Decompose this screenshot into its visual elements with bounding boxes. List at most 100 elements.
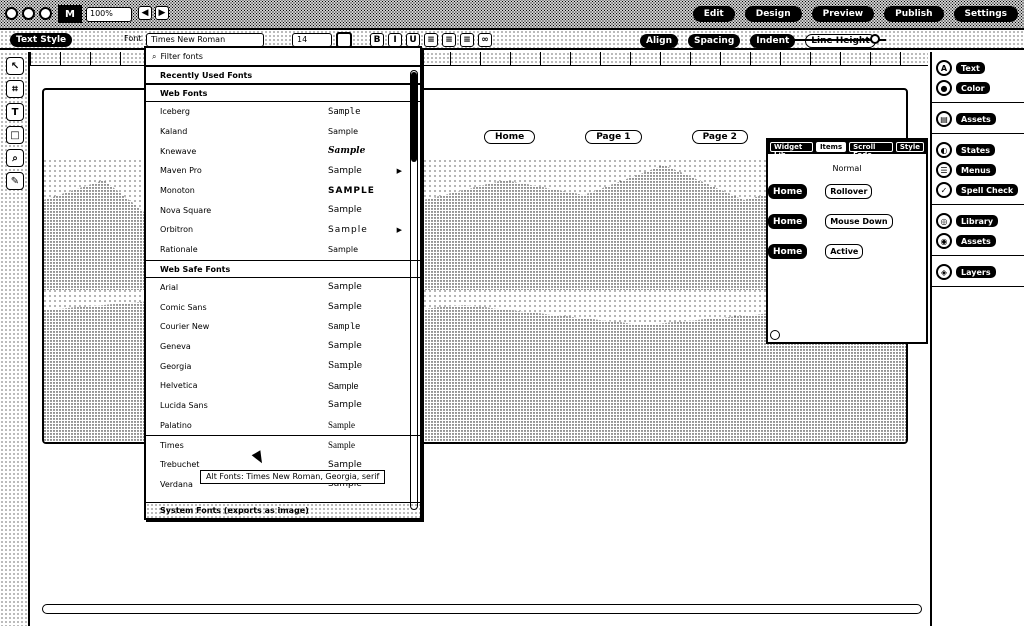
submenu-arrow-icon: ▶ [396, 166, 402, 175]
menu-button-preview: Home [768, 244, 808, 259]
panel-item-menus[interactable]: ☰ Menus [936, 160, 1020, 180]
underline-icon[interactable]: U [406, 33, 420, 47]
font-option[interactable]: Orbitron Sample ▶ [146, 220, 420, 240]
align-right-icon[interactable]: ≡ [460, 33, 474, 47]
widget-state-row[interactable]: Home Rollover [768, 184, 873, 199]
text-style-button[interactable]: Text Style [10, 33, 73, 47]
ruler-tick [780, 52, 810, 65]
spell-check-icon: ✓ [936, 182, 952, 198]
back-arrow-icon[interactable]: ◀ [138, 6, 152, 20]
mode-button-design[interactable]: Design [744, 6, 802, 22]
mode-button-settings[interactable]: Settings [953, 6, 1018, 22]
mode-button-publish[interactable]: Publish [884, 6, 944, 22]
font-option[interactable]: Maven Pro Sample ▶ [146, 161, 420, 181]
state-label: Rollover [825, 184, 873, 199]
shape-tool-icon[interactable]: □ [6, 126, 24, 144]
font-option[interactable]: Rationale Sample [146, 240, 420, 260]
panel-item-assets-2[interactable]: ◉ Assets [936, 231, 1020, 251]
tool-palette: ↖ ⌗ T □ ⌕ ✎ [0, 52, 30, 626]
panel-option-icon[interactable] [770, 330, 780, 340]
italic-icon[interactable]: I [388, 33, 402, 47]
tab-items[interactable]: Items [815, 142, 847, 152]
ruler-tick [540, 52, 570, 65]
ruler-tick [600, 52, 630, 65]
font-option[interactable]: Knewave Sample [146, 141, 420, 161]
title-bar: M 100% ◀ ▶ Edit Design Preview Publish S… [0, 0, 1024, 30]
menu-scroll-thumb[interactable] [411, 72, 417, 162]
layers-icon: ◈ [936, 264, 952, 280]
ruler-tick [90, 52, 120, 65]
panel-group: ▤ Assets [932, 103, 1024, 134]
tab-widget-lib[interactable]: Widget Lib [770, 142, 813, 159]
pen-tool-icon[interactable]: ✎ [6, 172, 24, 190]
site-nav: Home Page 1 Page 2 [484, 130, 748, 144]
panel-item-assets[interactable]: ▤ Assets [936, 109, 1020, 129]
font-option[interactable]: Courier New Sample [146, 317, 420, 337]
select-tool-icon[interactable]: ↖ [6, 57, 24, 75]
indent-control[interactable]: Indent [750, 34, 796, 48]
font-option[interactable]: Helvetica Sample [146, 376, 420, 396]
state-label: Active [825, 244, 864, 259]
align-center-icon[interactable]: ≡ [442, 33, 456, 47]
widget-state-row[interactable]: Home Mouse Down [768, 214, 893, 229]
horizontal-scrollbar[interactable] [42, 604, 922, 614]
font-option[interactable]: Arial Sample [146, 278, 420, 298]
align-control[interactable]: Align [640, 34, 678, 48]
minimize-window-icon[interactable] [22, 7, 35, 20]
font-dropdown-menu: ⌕ Filter fonts Recently Used Fonts Web F… [144, 46, 422, 520]
font-option[interactable]: Palatino Sample [146, 415, 420, 435]
font-search[interactable]: ⌕ Filter fonts [146, 48, 420, 66]
font-option[interactable]: Kaland Sample [146, 122, 420, 142]
panel-item-color[interactable]: ● Color [936, 78, 1020, 98]
text-icon: A [936, 60, 952, 76]
ruler-tick [870, 52, 900, 65]
panel-item-library[interactable]: ◎ Library [936, 211, 1020, 231]
font-search-input[interactable]: Filter fonts [160, 52, 202, 61]
line-height-control[interactable]: Line Height [805, 34, 876, 48]
tab-style[interactable]: Style [895, 142, 924, 152]
ruler-tick [510, 52, 540, 65]
assets-icon: ◉ [936, 233, 952, 249]
text-tool-icon[interactable]: T [6, 103, 24, 121]
ruler-tick [810, 52, 840, 65]
forward-arrow-icon[interactable]: ▶ [155, 6, 169, 20]
mode-button-edit[interactable]: Edit [692, 6, 735, 22]
zoom-window-icon[interactable] [39, 7, 52, 20]
mode-button-preview[interactable]: Preview [811, 6, 875, 22]
font-option[interactable]: Iceberg Sample [146, 102, 420, 122]
font-option[interactable]: Geneva Sample [146, 337, 420, 357]
font-option[interactable]: Monoton SAMPLE [146, 181, 420, 201]
font-option-selected[interactable]: Times Sample [146, 435, 420, 455]
panel-item-layers[interactable]: ◈ Layers [936, 262, 1020, 282]
nav-home[interactable]: Home [484, 130, 536, 144]
font-option[interactable]: Lucida Sans Sample [146, 396, 420, 416]
font-family-field[interactable]: Times New Roman [146, 33, 264, 47]
zoom-tool-icon[interactable]: ⌕ [6, 149, 24, 167]
tab-scroll-fade[interactable]: Scroll Fade [849, 142, 893, 159]
state-normal-label: Normal [832, 164, 862, 173]
nav-page-1[interactable]: Page 1 [585, 130, 642, 144]
font-option[interactable]: Nova Square Sample [146, 200, 420, 220]
nav-arrows: ◀ ▶ [138, 6, 169, 20]
panel-item-spell-check[interactable]: ✓ Spell Check [936, 180, 1020, 200]
font-option[interactable]: Georgia Sample [146, 356, 420, 376]
close-window-icon[interactable] [5, 7, 18, 20]
section-system-fonts[interactable]: System Fonts (exports as image) [146, 502, 420, 518]
font-option[interactable]: Comic Sans Sample [146, 297, 420, 317]
bold-icon[interactable]: B [370, 33, 384, 47]
crop-tool-icon[interactable]: ⌗ [6, 80, 24, 98]
color-icon: ● [936, 80, 952, 96]
mode-buttons: Edit Design Preview Publish Settings [692, 6, 1018, 22]
align-left-icon[interactable]: ≡ [424, 33, 438, 47]
spacing-control[interactable]: Spacing [688, 34, 741, 48]
submenu-arrow-icon: ▶ [396, 225, 402, 234]
states-icon: ◐ [936, 142, 952, 158]
widget-state-row[interactable]: Home Active [768, 244, 864, 259]
font-size-field[interactable]: 14 [292, 33, 332, 47]
nav-page-2[interactable]: Page 2 [691, 130, 748, 144]
link-icon[interactable]: ∞ [478, 33, 492, 47]
opacity-slider-knob[interactable] [870, 34, 880, 44]
zoom-select[interactable]: 100% [86, 7, 132, 22]
panel-item-states[interactable]: ◐ States [936, 140, 1020, 160]
panel-item-text[interactable]: A Text [936, 58, 1020, 78]
